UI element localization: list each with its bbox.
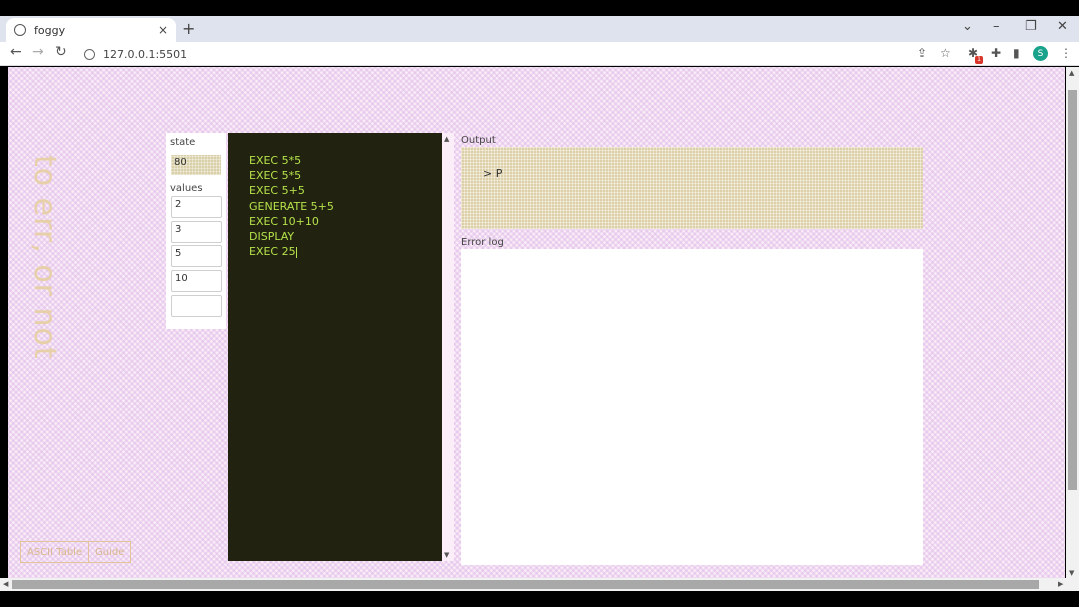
back-icon[interactable]: ← [10,44,22,60]
values-label: values [170,183,203,194]
code-editor[interactable]: EXEC 5*5 EXEC 5*5 EXEC 5+5 GENERATE 5+5 … [228,133,442,561]
tab-title: foggy [34,23,66,37]
puzzle-icon[interactable]: ✚ [991,46,1001,60]
error-log-panel [461,249,923,565]
site-info-icon[interactable] [84,48,95,60]
globe-icon [14,24,26,36]
tab-search-icon[interactable]: ⌄ [962,19,973,34]
scroll-right-icon[interactable]: ▶ [1058,580,1063,588]
code-line: DISPLAY [249,230,295,244]
sidebar-icon[interactable]: ▮ [1013,46,1020,60]
output-panel: > P [461,147,923,229]
extension-badge: 1 [975,56,983,64]
value-field[interactable]: 2 [171,196,222,218]
url-field[interactable]: 127.0.0.1:5501 [78,45,908,63]
screen-bottom-bar [0,591,1079,607]
close-window-button[interactable]: ✕ [1057,19,1068,34]
forward-icon[interactable]: → [32,44,44,60]
browser-tab[interactable]: foggy × [6,18,176,42]
value-field[interactable] [171,295,222,317]
code-line-text: EXEC 25 [249,245,296,259]
ascii-table-button[interactable]: ASCII Table [20,541,90,563]
scroll-up-icon[interactable]: ▲ [444,135,449,143]
share-icon[interactable]: ⇪ [917,46,927,60]
scroll-left-icon[interactable]: ◀ [3,580,8,588]
editor-scrollbar[interactable]: ▲ ▼ [442,133,454,561]
value-field[interactable]: 10 [171,270,222,292]
horizontal-scroll-thumb[interactable] [12,580,1039,589]
code-line: EXEC 5*5 [249,169,302,183]
code-line: EXEC 10+10 [249,214,319,228]
tab-close-icon[interactable]: × [158,23,168,37]
output-label: Output [461,135,496,146]
menu-icon[interactable]: ⋮ [1060,46,1072,60]
new-tab-button[interactable]: + [182,19,195,38]
page-viewport: to err, or not ASCII Table Guide state 8… [8,67,1065,578]
page-scroll-up-icon[interactable]: ▲ [1069,69,1074,77]
reload-icon[interactable]: ↻ [55,44,67,60]
code-line-current: EXEC 25 [249,244,421,259]
screen-top-bar [0,0,1079,16]
minimize-button[interactable]: – [993,19,1000,34]
code-line: EXEC 5+5 [249,184,305,198]
error-log-label: Error log [461,237,504,248]
code-line: GENERATE 5+5 [249,199,334,213]
scroll-down-icon[interactable]: ▼ [444,551,449,559]
value-field[interactable]: 5 [171,245,222,267]
output-text: > P [483,167,503,180]
motto-text: to err, or not [27,155,62,360]
guide-button[interactable]: Guide [88,541,132,563]
state-label: state [170,137,196,148]
star-icon[interactable]: ☆ [940,46,951,60]
profile-avatar[interactable]: S [1033,46,1048,61]
text-caret [295,246,297,258]
url-text: 127.0.0.1:5501 [103,47,188,61]
value-field[interactable]: 3 [171,221,222,243]
state-value: 80 [171,155,221,175]
code-line: EXEC 5*5 [249,154,302,167]
page-scroll-down-icon[interactable]: ▼ [1069,569,1074,577]
vertical-scroll-thumb[interactable] [1068,90,1077,490]
maximize-button[interactable]: ❐ [1025,19,1037,34]
